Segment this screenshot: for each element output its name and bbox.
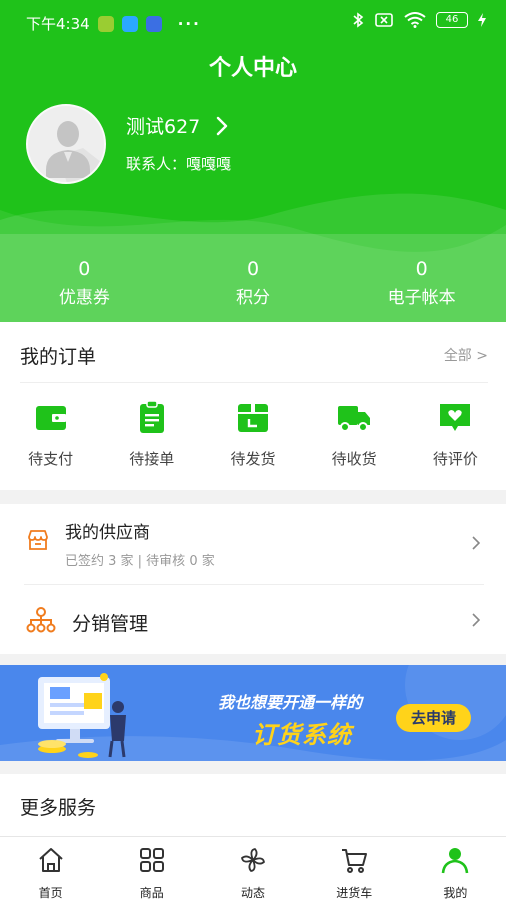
status-time: 下午4:34 — [26, 15, 90, 33]
truck-icon — [338, 406, 371, 432]
nav-label: 我的 — [443, 886, 468, 900]
profile-name: 测试627 — [126, 116, 201, 138]
battery-indicator: 46 — [436, 12, 468, 28]
more-services-title: 更多服务 — [20, 797, 97, 819]
my-suppliers-row[interactable]: 我的供应商 已签约 3 家 | 待审核 0 家 — [0, 504, 506, 584]
org-chart-icon — [26, 607, 56, 633]
order-label: 待支付 — [28, 450, 74, 468]
bottom-nav: 首页 商品 动态 进货车 我的 — [0, 836, 506, 900]
stat-coupons[interactable]: 0 优惠券 — [0, 234, 169, 322]
wallet-icon — [35, 406, 66, 430]
stats-bar: 0 优惠券 0 积分 0 电子帐本 — [0, 234, 506, 322]
user-icon — [442, 848, 469, 874]
stat-label: 积分 — [236, 288, 270, 308]
avatar[interactable] — [26, 104, 106, 184]
nav-products[interactable]: 商品 — [101, 837, 202, 900]
page-title: 个人中心 — [208, 56, 297, 81]
grid-icon — [139, 848, 164, 872]
stat-value: 0 — [78, 258, 91, 280]
orders-all-link[interactable]: 全部 > — [444, 345, 488, 365]
links-card: 我的供应商 已签约 3 家 | 待审核 0 家 分销管理 — [0, 504, 506, 654]
package-icon — [237, 404, 268, 432]
notification-app-icon — [97, 15, 114, 32]
stat-points[interactable]: 0 积分 — [169, 234, 338, 322]
stat-value: 0 — [246, 258, 260, 280]
heart-message-icon — [440, 404, 471, 431]
distribution-title: 分销管理 — [72, 613, 149, 635]
divider — [20, 382, 488, 383]
chevron-right-icon — [217, 116, 228, 135]
banner-headline: 我也想要开通一样的 — [218, 693, 363, 712]
promo-banner[interactable]: 我也想要开通一样的 订货系统 去申请 — [0, 665, 506, 761]
nav-feed[interactable]: 动态 — [202, 837, 303, 900]
order-label: 待接单 — [129, 450, 175, 468]
order-pending-accept[interactable]: 待接单 — [101, 400, 202, 469]
navigation-app-icon — [121, 15, 138, 32]
pinwheel-icon — [241, 848, 265, 872]
contact-label: 联系人： — [126, 155, 187, 173]
charging-icon — [478, 13, 486, 27]
order-pending-ship[interactable]: 待发货 — [202, 400, 303, 469]
more-services-card: 更多服务 — [0, 774, 506, 836]
orders-card: 我的订单 全部 > 待支付 待接单 待发货 待收货 待评价 — [0, 322, 506, 490]
home-icon — [38, 848, 63, 872]
cart-icon — [342, 849, 368, 873]
nav-label: 进货车 — [336, 886, 373, 900]
order-pending-review[interactable]: 待评价 — [405, 400, 506, 469]
nav-label: 商品 — [139, 886, 164, 900]
no-sim-icon — [375, 13, 393, 27]
nav-label: 动态 — [241, 886, 266, 900]
contact-name: 嘎嘎嘎 — [186, 155, 232, 173]
order-pending-payment[interactable]: 待支付 — [0, 400, 101, 469]
distribution-row[interactable]: 分销管理 — [0, 585, 506, 654]
apply-button[interactable]: 去申请 — [396, 704, 471, 732]
supplier-title: 我的供应商 — [65, 523, 150, 543]
stat-ledger[interactable]: 0 电子帐本 — [337, 234, 506, 322]
more-notifications-icon: ··· — [177, 14, 201, 33]
stat-label: 优惠券 — [58, 288, 110, 308]
chevron-right-icon — [472, 536, 480, 550]
wifi-icon — [404, 12, 426, 28]
default-avatar-icon — [46, 121, 104, 182]
order-label: 待发货 — [230, 450, 276, 468]
order-label: 待评价 — [432, 450, 478, 468]
nav-mine[interactable]: 我的 — [405, 837, 506, 900]
order-status-list: 待支付 待接单 待发货 待收货 待评价 — [0, 400, 506, 469]
store-icon — [28, 530, 48, 550]
nav-label: 首页 — [38, 886, 63, 900]
chevron-right-icon — [472, 613, 480, 627]
profile-header: 下午4:34 ··· 46 个人中心 测试627 联系人：嘎嘎嘎 0 优惠券 0… — [0, 0, 506, 322]
status-bar: 下午4:34 ··· 46 — [0, 0, 506, 44]
contact-info: 联系人：嘎嘎嘎 — [126, 153, 231, 174]
banner-subheadline: 订货系统 — [252, 721, 352, 749]
baidu-app-icon — [145, 15, 162, 32]
profile-name-link[interactable]: 测试627 — [126, 112, 228, 139]
supplier-subtitle: 已签约 3 家 | 待审核 0 家 — [65, 554, 215, 569]
nav-cart[interactable]: 进货车 — [304, 837, 405, 900]
nav-home[interactable]: 首页 — [0, 837, 101, 900]
order-label: 待收货 — [331, 450, 377, 468]
clipboard-icon — [139, 400, 164, 433]
orders-title: 我的订单 — [20, 346, 97, 368]
order-pending-receive[interactable]: 待收货 — [304, 400, 405, 469]
stat-value: 0 — [415, 258, 428, 280]
stat-label: 电子帐本 — [387, 288, 456, 308]
bluetooth-icon — [353, 12, 364, 28]
